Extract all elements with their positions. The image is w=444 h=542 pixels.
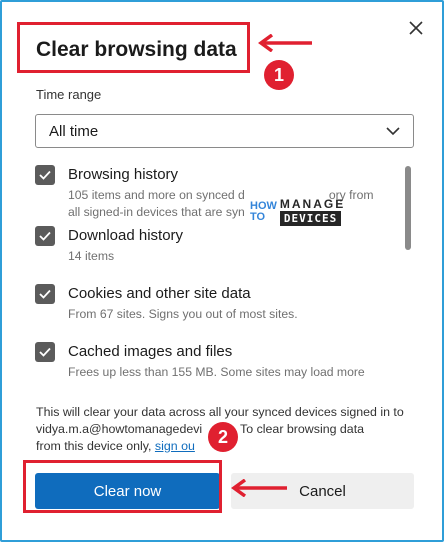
checkmark-icon xyxy=(39,347,51,357)
cached-images-checkbox[interactable] xyxy=(35,342,55,362)
annotation-badge-1: 1 xyxy=(264,60,294,90)
option-title: Browsing history xyxy=(68,166,179,183)
option-description: 14 items xyxy=(68,249,115,263)
checkmark-icon xyxy=(39,170,51,180)
time-range-label: Time range xyxy=(36,87,102,102)
time-range-value: All time xyxy=(49,122,99,140)
scrollbar-thumb[interactable] xyxy=(405,166,411,250)
option-title: Cookies and other site data xyxy=(68,285,251,302)
watermark-logo: HOW TO MANAGE DEVICES xyxy=(250,197,346,226)
close-icon xyxy=(409,21,423,35)
browsing-history-checkbox[interactable] xyxy=(35,165,55,185)
annotation-badge-2: 2 xyxy=(208,422,238,452)
chevron-down-icon xyxy=(386,127,400,136)
checkmark-icon xyxy=(39,231,51,241)
option-description: From 67 sites. Signs you out of most sit… xyxy=(68,307,298,321)
annotation-arrow-2 xyxy=(231,479,287,497)
data-options-list: Browsing history 105 items and more on s… xyxy=(4,159,438,389)
checkmark-icon xyxy=(39,289,51,299)
clear-browsing-data-dialog: Clear browsing data Time range All time … xyxy=(4,4,438,536)
annotation-box-title xyxy=(17,22,250,73)
annotation-arrow-1 xyxy=(258,34,312,52)
annotation-box-clear xyxy=(23,460,222,513)
option-title: Cached images and files xyxy=(68,343,233,360)
close-button[interactable] xyxy=(404,16,428,40)
option-description: Frees up less than 155 MB. Some sites ma… xyxy=(68,365,365,379)
sign-out-link[interactable]: sign ou xyxy=(155,439,195,453)
option-title: Download history xyxy=(68,227,184,244)
time-range-select[interactable]: All time xyxy=(35,114,414,148)
cookies-checkbox[interactable] xyxy=(35,284,55,304)
download-history-checkbox[interactable] xyxy=(35,226,55,246)
